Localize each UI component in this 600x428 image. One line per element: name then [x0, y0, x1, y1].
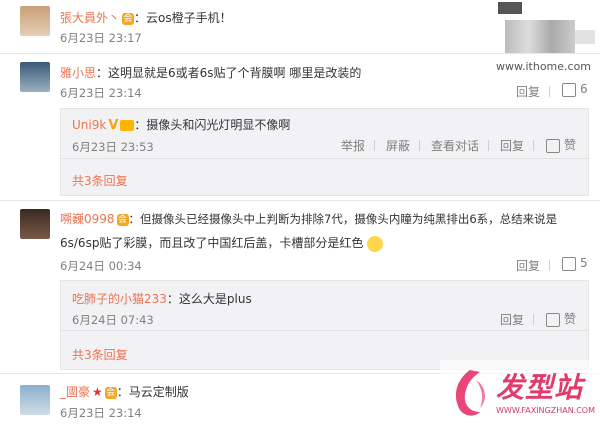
comment-header: _國豪 ★ 会：马云定制版: [60, 383, 189, 400]
like-label: 赞: [564, 138, 577, 152]
thumbs-up-icon: [546, 138, 560, 153]
comment-text: 6s/6sp贴了彩膜，而且改了中国红后盖，卡槽部分是红色: [60, 236, 364, 250]
avatar[interactable]: [20, 209, 50, 239]
view-conversation-button[interactable]: 查看对话: [431, 137, 479, 154]
member-badge-icon: 会: [104, 386, 117, 399]
reply-time: 6月24日 07:43: [72, 313, 154, 327]
watermark-site: www.ithome.com: [496, 60, 592, 73]
divider: [374, 140, 375, 151]
reply-button[interactable]: 回复: [500, 311, 524, 328]
reply-author[interactable]: 吃肺子的小猫233: [72, 292, 167, 306]
comment-time: 6月23日 23:17: [60, 31, 142, 45]
more-replies-link[interactable]: 共3条回复: [72, 172, 128, 189]
thumbs-up-icon: [562, 256, 576, 271]
reply-header: 吃肺子的小猫233：这么大是plus: [72, 290, 252, 307]
comment-text-line2: 6s/6sp贴了彩膜，而且改了中国红后盖，卡槽部分是红色: [60, 234, 384, 252]
like-button[interactable]: 赞: [546, 310, 576, 327]
comment-text: ：但摄像头已经摄像头中上判断为排除7代，摄像头内瞳为纯黑排出6系，总结来说是: [128, 212, 558, 226]
reply-text: ：摄像头和闪光灯明显不像啊: [134, 118, 291, 132]
comment-author[interactable]: _國豪: [60, 385, 90, 399]
like-count: 5: [580, 256, 588, 270]
reply-button[interactable]: 回复: [516, 257, 540, 274]
divider: [533, 140, 534, 151]
comment-text: ：云os橙子手机！: [134, 11, 232, 25]
reply-time: 6月23日 23:53: [72, 140, 154, 154]
member-badge-icon: 会: [122, 12, 135, 25]
comment-header: 雅小思：这明显就是6或者6s贴了个背膜啊 哪里是改装的: [60, 64, 361, 81]
blurred-area: [505, 20, 575, 54]
report-button[interactable]: 举报: [341, 137, 365, 154]
reply-button[interactable]: 回复: [516, 83, 540, 100]
crown-icon: [120, 120, 135, 131]
avatar[interactable]: [20, 62, 50, 92]
comment-time: 6月24日 00:34: [60, 259, 142, 273]
like-button[interactable]: 5: [562, 256, 588, 271]
comment-author[interactable]: 雅小思: [60, 66, 96, 80]
logo-title: 发型站: [496, 371, 584, 404]
more-replies-link[interactable]: 共3条回复: [72, 346, 128, 363]
comment-header: 嗍巍0998 会：但摄像头已经摄像头中上判断为排除7代，摄像头内瞳为纯黑排出6系，…: [60, 210, 557, 227]
emoji-icon: [367, 235, 384, 252]
avatar[interactable]: [20, 385, 50, 415]
like-button[interactable]: 赞: [546, 136, 576, 153]
blurred-area: [575, 30, 595, 44]
comment-text: ：马云定制版: [116, 385, 189, 399]
block-button[interactable]: 屏蔽: [386, 137, 410, 154]
like-label: 赞: [564, 312, 577, 326]
divider: [549, 86, 550, 97]
reply-button[interactable]: 回复: [500, 137, 524, 154]
blurred-area: [498, 2, 522, 14]
divider: [419, 140, 420, 151]
reply-text: ：这么大是plus: [166, 292, 252, 306]
comment-header: 張大員外丶会：云os橙子手机！: [60, 9, 232, 26]
divider: [0, 200, 600, 201]
member-badge-icon: 会: [116, 213, 129, 226]
avatar[interactable]: [20, 6, 50, 36]
divider: [488, 140, 489, 151]
reply-header: Uni9k V ：摄像头和闪光灯明显不像啊: [72, 116, 290, 133]
like-button[interactable]: 6: [562, 82, 588, 97]
star-icon: ★: [92, 385, 103, 399]
logo-watermark: 发型站 WWW.FAXINGZHAN.COM: [440, 360, 600, 428]
thumbs-up-icon: [546, 312, 560, 327]
verified-v-icon: V: [108, 118, 119, 133]
divider: [549, 260, 550, 271]
comment-text: ：这明显就是6或者6s贴了个背膜啊 哪里是改装的: [96, 66, 362, 80]
comment-time: 6月23日 23:14: [60, 86, 142, 100]
divider: [533, 314, 534, 325]
comment-author[interactable]: 張大員外丶: [60, 11, 120, 25]
reply-author[interactable]: Uni9k: [72, 118, 106, 132]
divider: [0, 53, 600, 54]
comment-time: 6月23日 23:14: [60, 406, 142, 420]
more-replies-bar: [60, 158, 589, 196]
comment-author[interactable]: 嗍巍0998: [60, 212, 115, 226]
like-count: 6: [580, 82, 588, 96]
thumbs-up-icon: [562, 82, 576, 97]
logo-url: WWW.FAXINGZHAN.COM: [496, 406, 595, 415]
logo-icon: [455, 370, 485, 416]
